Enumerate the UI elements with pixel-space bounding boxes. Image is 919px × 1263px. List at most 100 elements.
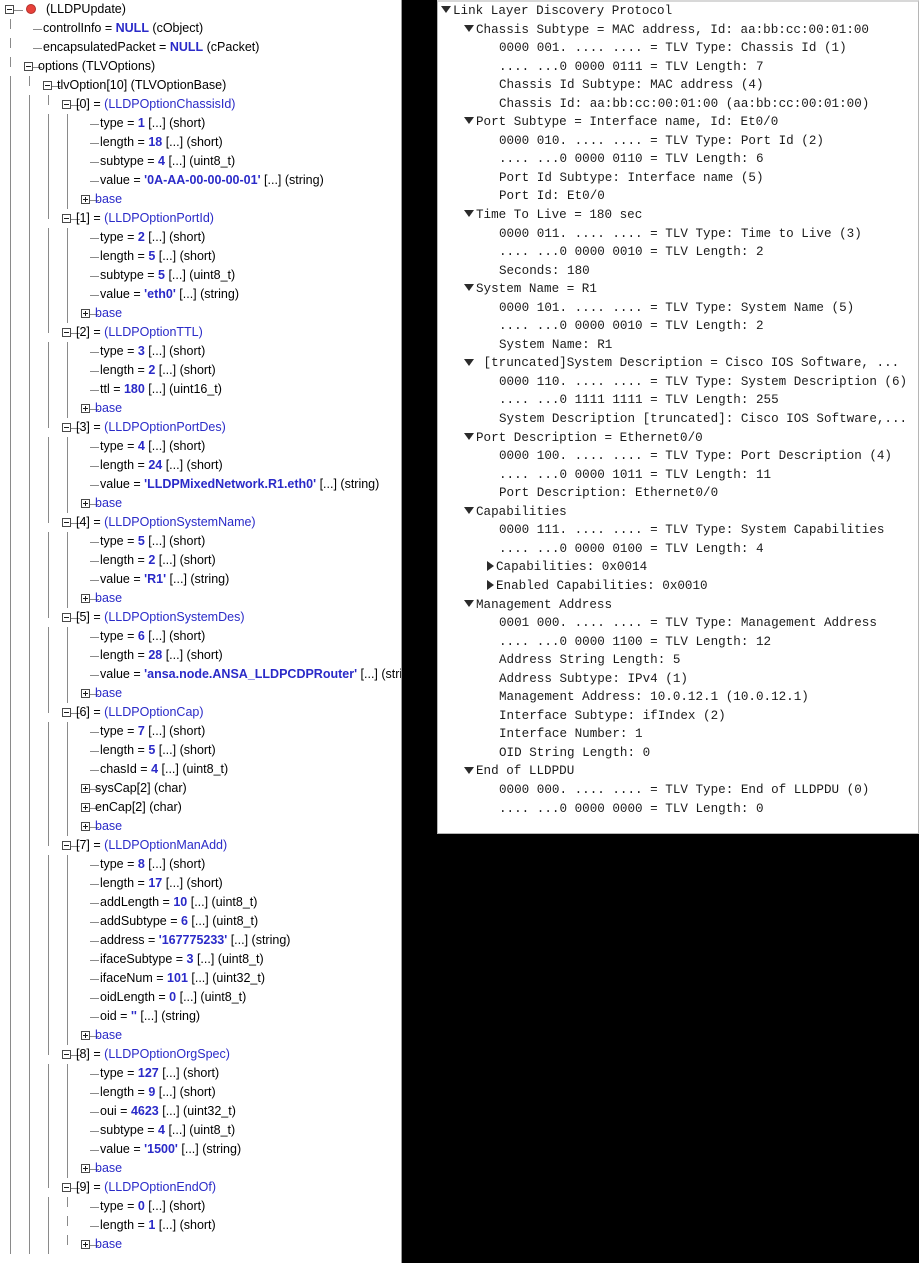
chevron-down-icon[interactable] [464,284,474,292]
tree-row[interactable]: type = 5 [...] (short) [0,532,401,551]
tree-row[interactable]: type = 3 [...] (short) [0,342,401,361]
chevron-down-icon[interactable] [464,432,474,440]
tree-row[interactable]: [4] = (LLDPOptionSystemName) [0,513,401,532]
packet-detail-row[interactable]: Chassis Id: aa:bb:cc:00:01:00 (aa:bb:cc:… [438,95,918,114]
packet-detail-row[interactable]: Chassis Id Subtype: MAC address (4) [438,76,918,95]
packet-detail-row[interactable]: Time To Live = 180 sec [438,206,918,225]
tree-row[interactable]: length = 17 [...] (short) [0,874,401,893]
tree-row[interactable]: [7] = (LLDPOptionManAdd) [0,836,401,855]
tree-row[interactable]: base [0,1235,401,1254]
tree-row[interactable]: encapsulatedPacket = NULL (cPacket) [0,38,401,57]
tree-row[interactable]: subtype = 5 [...] (uint8_t) [0,266,401,285]
packet-detail-row[interactable]: Address Subtype: IPv4 (1) [438,670,918,689]
tree-row[interactable]: oui = 4623 [...] (uint32_t) [0,1102,401,1121]
tree-row[interactable]: value = 'ansa.node.ANSA_LLDPCDPRouter' [… [0,665,401,684]
tree-row[interactable]: [8] = (LLDPOptionOrgSpec) [0,1045,401,1064]
collapse-toggle-icon[interactable] [62,1050,71,1059]
tree-row[interactable]: length = 28 [...] (short) [0,646,401,665]
tree-row[interactable]: [1] = (LLDPOptionPortId) [0,209,401,228]
tree-row[interactable]: base [0,1159,401,1178]
packet-detail-row[interactable]: Port Subtype = Interface name, Id: Et0/0 [438,113,918,132]
tree-row[interactable]: length = 9 [...] (short) [0,1083,401,1102]
tree-row[interactable]: base [0,190,401,209]
expand-toggle-icon[interactable] [81,499,90,508]
tree-row[interactable]: [3] = (LLDPOptionPortDes) [0,418,401,437]
packet-detail-row[interactable]: .... ...0 1111 1111 = TLV Length: 255 [438,391,918,410]
collapse-toggle-icon[interactable] [62,1183,71,1192]
expand-toggle-icon[interactable] [81,594,90,603]
collapse-toggle-icon[interactable] [43,81,52,90]
tree-row[interactable]: [9] = (LLDPOptionEndOf) [0,1178,401,1197]
tree-row[interactable]: type = 6 [...] (short) [0,627,401,646]
tree-row[interactable]: length = 2 [...] (short) [0,551,401,570]
packet-detail-row[interactable]: 0000 101. .... .... = TLV Type: System N… [438,299,918,318]
packet-detail-row[interactable]: .... ...0 0000 0111 = TLV Length: 7 [438,58,918,77]
chevron-right-icon[interactable] [487,579,494,590]
tree-row[interactable]: [0] = (LLDPOptionChassisId) [0,95,401,114]
chevron-down-icon[interactable] [464,117,474,125]
packet-detail-row[interactable]: End of LLDPDU [438,762,918,781]
packet-detail-row[interactable]: .... ...0 0000 0010 = TLV Length: 2 [438,317,918,336]
tree-row[interactable]: length = 1 [...] (short) [0,1216,401,1235]
tree-row[interactable]: [6] = (LLDPOptionCap) [0,703,401,722]
packet-detail-row[interactable]: OID String Length: 0 [438,744,918,763]
tree-row[interactable]: type = 1 [...] (short) [0,114,401,133]
tree-row[interactable]: base [0,399,401,418]
chevron-down-icon[interactable] [464,210,474,218]
expand-toggle-icon[interactable] [81,404,90,413]
expand-toggle-icon[interactable] [81,803,90,812]
collapse-toggle-icon[interactable] [62,613,71,622]
tree-row[interactable]: value = '0A-AA-00-00-00-01' [...] (strin… [0,171,401,190]
tree-row[interactable]: enCap[2] (char) [0,798,401,817]
packet-detail-row[interactable]: Port Id: Et0/0 [438,187,918,206]
packet-detail-row[interactable]: System Description [truncated]: Cisco IO… [438,410,918,429]
collapse-toggle-icon[interactable] [62,328,71,337]
collapse-toggle-icon[interactable] [24,62,33,71]
expand-toggle-icon[interactable] [81,1031,90,1040]
packet-detail-row[interactable]: Enabled Capabilities: 0x0010 [438,577,918,596]
tree-row[interactable]: value = 'LLDPMixedNetwork.R1.eth0' [...]… [0,475,401,494]
tree-row[interactable]: type = 0 [...] (short) [0,1197,401,1216]
packet-detail-row[interactable]: Link Layer Discovery Protocol [438,2,918,21]
packet-detail-row[interactable]: System Name: R1 [438,336,918,355]
tree-row[interactable]: type = 8 [...] (short) [0,855,401,874]
packet-detail-row[interactable]: 0001 000. .... .... = TLV Type: Manageme… [438,614,918,633]
collapse-toggle-icon[interactable] [62,423,71,432]
packet-detail-row[interactable]: .... ...0 0000 1011 = TLV Length: 11 [438,466,918,485]
packet-detail-row[interactable]: Interface Subtype: ifIndex (2) [438,707,918,726]
tree-row[interactable]: length = 24 [...] (short) [0,456,401,475]
chevron-right-icon[interactable] [487,561,494,572]
tree-row[interactable]: value = 'R1' [...] (string) [0,570,401,589]
tree-row[interactable]: length = 5 [...] (short) [0,741,401,760]
packet-detail-row[interactable]: Management Address: 10.0.12.1 (10.0.12.1… [438,688,918,707]
tree-row[interactable]: length = 5 [...] (short) [0,247,401,266]
tree-row[interactable]: ttl = 180 [...] (uint16_t) [0,380,401,399]
tree-row[interactable]: value = 'eth0' [...] (string) [0,285,401,304]
tree-row[interactable]: [5] = (LLDPOptionSystemDes) [0,608,401,627]
tree-row[interactable]: base [0,494,401,513]
collapse-toggle-icon[interactable] [62,100,71,109]
tree-row[interactable]: [2] = (LLDPOptionTTL) [0,323,401,342]
chevron-down-icon[interactable] [441,6,451,14]
packet-detail-row[interactable]: Management Address [438,596,918,615]
expand-toggle-icon[interactable] [81,1240,90,1249]
packet-detail-row[interactable]: .... ...0 0000 0100 = TLV Length: 4 [438,540,918,559]
tree-row[interactable]: type = 7 [...] (short) [0,722,401,741]
tree-row[interactable]: ifaceNum = 101 [...] (uint32_t) [0,969,401,988]
tree-row[interactable]: type = 4 [...] (short) [0,437,401,456]
packet-detail-row[interactable]: Port Id Subtype: Interface name (5) [438,169,918,188]
chevron-down-icon[interactable] [464,506,474,514]
collapse-toggle-icon[interactable] [62,841,71,850]
tree-row[interactable]: base [0,684,401,703]
tree-row[interactable]: address = '167775233' [...] (string) [0,931,401,950]
tree-row[interactable]: oid = '' [...] (string) [0,1007,401,1026]
object-tree-panel[interactable]: (LLDPUpdate) controlInfo = NULL (cObject)… [0,0,402,1263]
tree-row[interactable]: chasId = 4 [...] (uint8_t) [0,760,401,779]
chevron-down-icon[interactable] [464,24,474,32]
tree-row[interactable]: controlInfo = NULL (cObject) [0,19,401,38]
chevron-down-icon[interactable] [464,599,474,607]
packet-detail-row[interactable]: .... ...0 0000 1100 = TLV Length: 12 [438,633,918,652]
packet-detail-row[interactable]: 0000 001. .... .... = TLV Type: Chassis … [438,39,918,58]
packet-detail-row[interactable]: Port Description: Ethernet0/0 [438,484,918,503]
packet-detail-row[interactable]: Interface Number: 1 [438,725,918,744]
